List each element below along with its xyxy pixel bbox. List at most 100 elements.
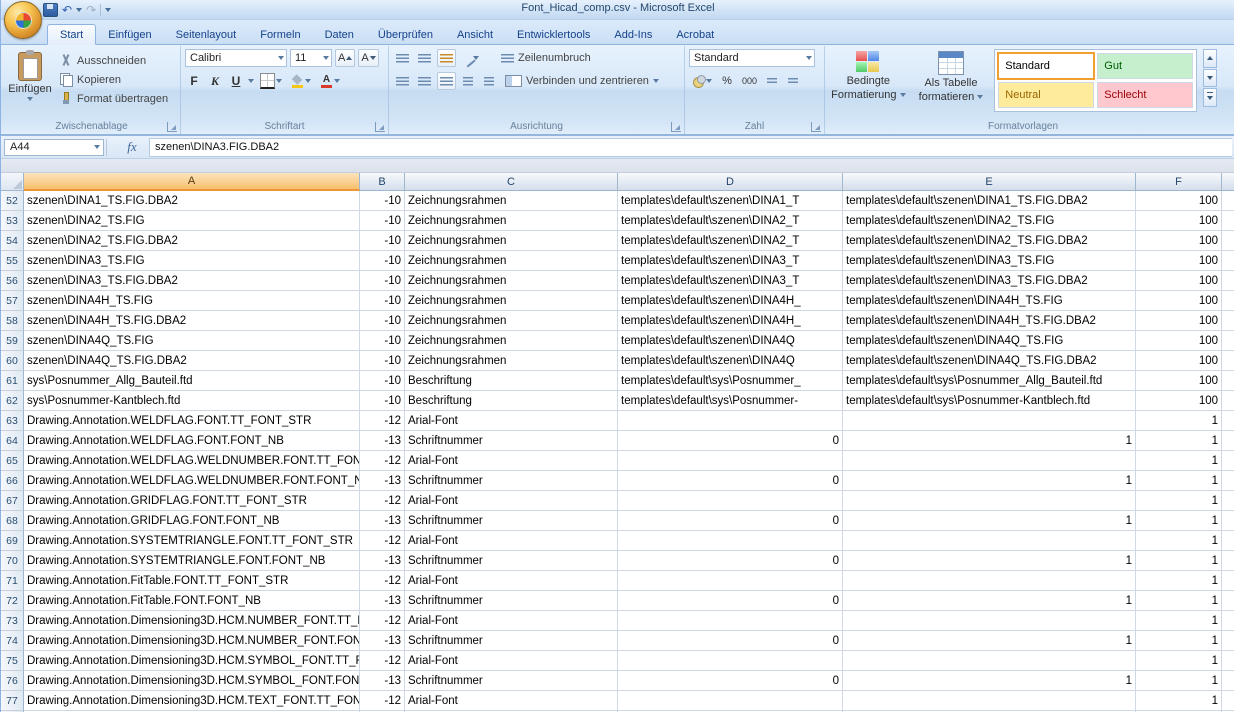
cell[interactable]: 0 xyxy=(618,631,843,651)
cell-style-standard[interactable]: Standard xyxy=(998,53,1094,79)
cell[interactable]: -10 xyxy=(360,391,405,411)
merge-center-button[interactable]: Verbinden und zentrieren xyxy=(503,74,661,88)
cell[interactable]: -10 xyxy=(360,271,405,291)
cell[interactable]: szenen\DINA4Q_TS.FIG.DBA2 xyxy=(24,351,360,371)
cell[interactable] xyxy=(1222,651,1234,671)
cell[interactable]: Zeichnungsrahmen xyxy=(405,251,618,271)
cell[interactable]: 100 xyxy=(1136,291,1222,311)
row-header-65[interactable]: 65 xyxy=(1,451,24,471)
cell[interactable] xyxy=(1222,431,1234,451)
cell[interactable]: Zeichnungsrahmen xyxy=(405,191,618,211)
cell[interactable]: -13 xyxy=(360,551,405,571)
cell[interactable] xyxy=(1222,191,1234,211)
cell[interactable]: Drawing.Annotation.SYSTEMTRIANGLE.FONT.F… xyxy=(24,551,360,571)
cell[interactable]: 1 xyxy=(1136,411,1222,431)
cell[interactable]: 100 xyxy=(1136,311,1222,331)
gallery-more-button[interactable] xyxy=(1203,88,1217,107)
cell[interactable]: szenen\DINA4Q_TS.FIG xyxy=(24,331,360,351)
cell[interactable]: 0 xyxy=(618,471,843,491)
cell[interactable]: -10 xyxy=(360,351,405,371)
cell[interactable]: -13 xyxy=(360,511,405,531)
cell[interactable]: templates\default\szenen\DINA2_TS.FIG.DB… xyxy=(843,231,1136,251)
dialog-launcher-icon[interactable] xyxy=(167,122,177,132)
cell[interactable] xyxy=(618,691,843,711)
cell[interactable] xyxy=(843,411,1136,431)
cell[interactable]: 100 xyxy=(1136,191,1222,211)
column-header-b[interactable]: B xyxy=(360,173,405,191)
cell[interactable] xyxy=(843,451,1136,471)
cell[interactable]: 100 xyxy=(1136,231,1222,251)
cell[interactable]: Arial-Font xyxy=(405,491,618,511)
row-header-58[interactable]: 58 xyxy=(1,311,24,331)
cell[interactable]: 100 xyxy=(1136,251,1222,271)
underline-button[interactable]: U xyxy=(227,72,245,90)
increase-decimal-button[interactable] xyxy=(763,72,781,90)
underline-dropdown-icon[interactable] xyxy=(248,79,254,83)
cell[interactable] xyxy=(618,531,843,551)
cell[interactable]: Drawing.Annotation.Dimensioning3D.HCM.SY… xyxy=(24,671,360,691)
row-header-74[interactable]: 74 xyxy=(1,631,24,651)
increase-indent-button[interactable] xyxy=(480,72,498,90)
cell[interactable]: 1 xyxy=(1136,631,1222,651)
qat-customize-icon[interactable] xyxy=(105,8,111,12)
paste-button[interactable]: Einfügen xyxy=(7,49,53,119)
conditional-formatting-button[interactable]: Bedingte Formatierung xyxy=(829,49,908,101)
row-header-56[interactable]: 56 xyxy=(1,271,24,291)
cell[interactable]: Drawing.Annotation.GRIDFLAG.FONT.TT_FONT… xyxy=(24,491,360,511)
cell[interactable]: Arial-Font xyxy=(405,611,618,631)
cell[interactable]: szenen\DINA3_TS.FIG xyxy=(24,251,360,271)
cell[interactable] xyxy=(843,491,1136,511)
cell[interactable] xyxy=(1222,611,1234,631)
cell[interactable] xyxy=(1222,491,1234,511)
cell[interactable]: templates\default\szenen\DINA4H_ xyxy=(618,311,843,331)
cell[interactable] xyxy=(843,571,1136,591)
cell[interactable]: Drawing.Annotation.WELDFLAG.FONT.TT_FONT… xyxy=(24,411,360,431)
cell[interactable]: 1 xyxy=(843,591,1136,611)
cell[interactable]: templates\default\szenen\DINA2_T xyxy=(618,231,843,251)
cell[interactable] xyxy=(1222,271,1234,291)
cell[interactable]: templates\default\sys\Posnummer_ xyxy=(618,371,843,391)
increase-font-button[interactable]: A xyxy=(335,49,355,67)
cell[interactable] xyxy=(843,691,1136,711)
gallery-scroll-down-button[interactable] xyxy=(1203,69,1217,88)
cell[interactable]: templates\default\szenen\DINA3_TS.FIG.DB… xyxy=(843,271,1136,291)
cell[interactable]: 0 xyxy=(618,511,843,531)
cell[interactable] xyxy=(618,491,843,511)
column-header-c[interactable]: C xyxy=(405,173,618,191)
cell[interactable]: templates\default\szenen\DINA4H_TS.FIG.D… xyxy=(843,311,1136,331)
column-header-f[interactable]: F xyxy=(1136,173,1222,191)
cell[interactable]: Arial-Font xyxy=(405,571,618,591)
cell[interactable]: szenen\DINA1_TS.FIG.DBA2 xyxy=(24,191,360,211)
column-header-a[interactable]: A xyxy=(24,173,360,191)
cell[interactable]: -10 xyxy=(360,231,405,251)
number-format-combobox[interactable]: Standard xyxy=(689,49,815,67)
cell[interactable] xyxy=(1222,531,1234,551)
gallery-scroll-up-button[interactable] xyxy=(1203,49,1217,68)
cell[interactable]: Arial-Font xyxy=(405,531,618,551)
row-header-52[interactable]: 52 xyxy=(1,191,24,211)
cell[interactable]: templates\default\sys\Posnummer- xyxy=(618,391,843,411)
orientation-button[interactable] xyxy=(459,49,482,67)
cell[interactable]: Schriftnummer xyxy=(405,431,618,451)
cell[interactable]: 1 xyxy=(1136,431,1222,451)
cell[interactable] xyxy=(618,571,843,591)
cell[interactable]: 1 xyxy=(1136,571,1222,591)
row-header-76[interactable]: 76 xyxy=(1,671,24,691)
cell[interactable]: 100 xyxy=(1136,211,1222,231)
cell[interactable] xyxy=(618,451,843,471)
cell[interactable]: templates\default\sys\Posnummer-Kantblec… xyxy=(843,391,1136,411)
cell[interactable]: sys\Posnummer-Kantblech.ftd xyxy=(24,391,360,411)
cell[interactable] xyxy=(618,651,843,671)
cell[interactable]: Arial-Font xyxy=(405,651,618,671)
cell[interactable] xyxy=(1222,411,1234,431)
row-header-62[interactable]: 62 xyxy=(1,391,24,411)
decrease-decimal-button[interactable] xyxy=(784,72,802,90)
tab-berpr-fen[interactable]: Überprüfen xyxy=(366,25,445,44)
cell[interactable]: -12 xyxy=(360,411,405,431)
align-middle-button[interactable] xyxy=(415,49,434,67)
tab-start[interactable]: Start xyxy=(47,24,96,45)
cell[interactable]: -10 xyxy=(360,291,405,311)
cell[interactable] xyxy=(1222,311,1234,331)
cell[interactable]: Zeichnungsrahmen xyxy=(405,311,618,331)
tab-formeln[interactable]: Formeln xyxy=(248,25,312,44)
